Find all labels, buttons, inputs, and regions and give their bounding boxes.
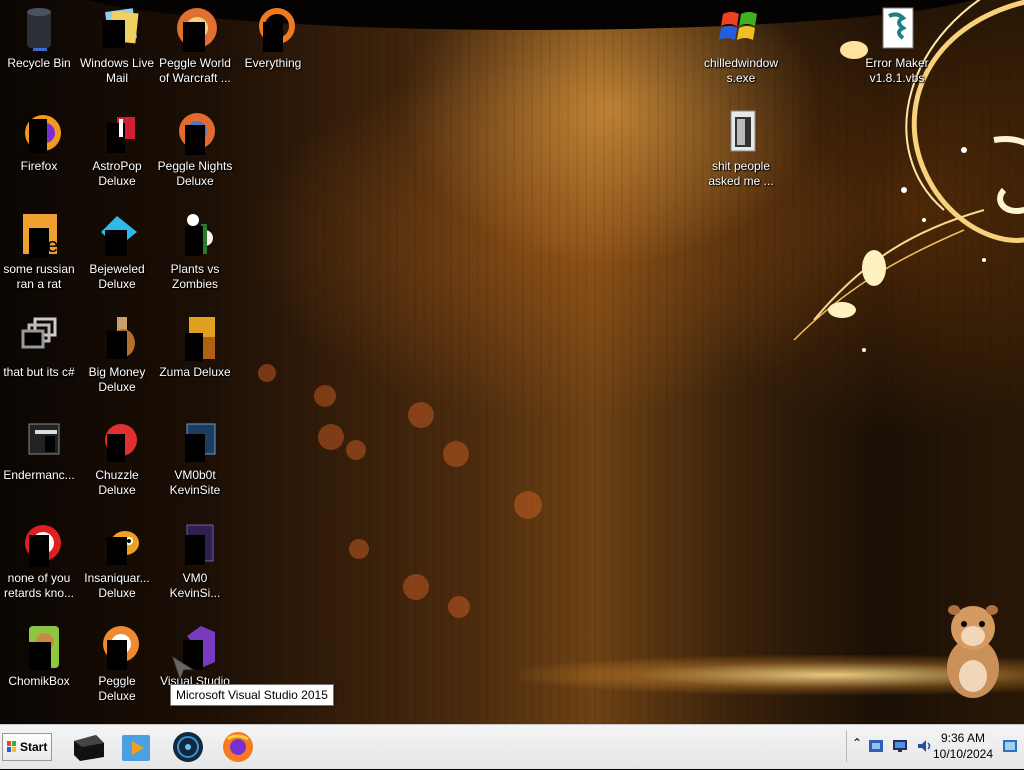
desktop-icon-peggle-deluxe[interactable]: Peggle Deluxe <box>78 622 156 704</box>
terminal-icon <box>15 416 63 464</box>
desktop-icon-chuzzle[interactable]: Chuzzle Deluxe <box>78 416 156 498</box>
globe-app-icon <box>173 732 203 762</box>
taskbar-app-media-player[interactable] <box>118 729 154 765</box>
vm-file-icon <box>171 519 219 567</box>
folder-icon: e <box>15 210 63 258</box>
shortcut-icon <box>15 313 63 361</box>
folder-icon <box>717 107 765 155</box>
bokeh-dot <box>403 574 429 600</box>
notification-icon[interactable] <box>1002 738 1018 754</box>
vm-icon <box>171 416 219 464</box>
desktop-icon-big-money[interactable]: Big Money Deluxe <box>78 313 156 395</box>
svg-text:e: e <box>47 235 58 257</box>
taskbar-app-firefox[interactable] <box>220 729 256 765</box>
bokeh-dot <box>514 491 542 519</box>
hamster-figure <box>947 605 999 698</box>
bokeh-dot <box>346 440 366 460</box>
everything-search-icon <box>249 4 297 52</box>
start-label: Start <box>20 740 48 754</box>
clock[interactable]: 9:36 AM 10/10/2024 <box>928 730 998 762</box>
chomikbox-icon <box>15 622 63 670</box>
desktop-icon-vm0b0t[interactable]: VM0b0t KevinSite <box>156 416 234 498</box>
desktop-icon-none-of-you[interactable]: none of you retards kno... <box>0 519 78 601</box>
clock-date: 10/10/2024 <box>932 747 994 761</box>
display-icon[interactable] <box>892 738 908 754</box>
desktop-icon-everything[interactable]: Everything <box>234 4 312 71</box>
desktop-icon-that-but-csharp[interactable]: that but its c# <box>0 313 78 380</box>
bokeh-dot <box>349 539 369 559</box>
bokeh-dot <box>258 364 276 382</box>
desktop-icon-chilledwindows[interactable]: chilledwindows.exe <box>702 4 780 86</box>
script-file-icon <box>873 4 921 52</box>
desktop-icon-endermanch[interactable]: Endermanc... <box>0 416 78 483</box>
mouse-cursor-icon <box>172 656 196 682</box>
firefox-icon <box>223 732 253 762</box>
desktop-icon-peggle-wow[interactable]: Peggle World of Warcraft ... <box>156 4 234 86</box>
insaniquarium-icon <box>93 519 141 567</box>
peggle-wow-icon <box>171 4 219 52</box>
desktop-icon-shit-people-asked[interactable]: shit people asked me ... <box>702 107 780 189</box>
explorer-app-icon <box>74 735 104 761</box>
desktop-icon-peggle-nights[interactable]: Peggle Nights Deluxe <box>156 107 234 189</box>
peggle-nights-icon <box>171 107 219 155</box>
desktop-icon-recycle-bin[interactable]: Recycle Bin <box>0 4 78 71</box>
tray-divider <box>846 730 847 762</box>
plants-vs-zombies-icon <box>171 210 219 258</box>
astropop-icon <box>93 107 141 155</box>
taskbar-app-explorer[interactable] <box>70 729 106 765</box>
desktop[interactable]: Recycle Bin Firefox e some russian ran a… <box>0 0 1024 724</box>
windows-xp-flag-icon <box>717 4 765 52</box>
desktop-icon-plants-vs-zombies[interactable]: Plants vs Zombies <box>156 210 234 292</box>
peggle-icon <box>93 622 141 670</box>
tooltip: Microsoft Visual Studio 2015 <box>170 684 334 706</box>
media-player-icon <box>122 735 150 761</box>
windows-live-mail-icon <box>93 4 141 52</box>
show-hidden-icons-chevron-icon[interactable]: ⌃ <box>852 736 862 750</box>
desktop-icon-some-russian[interactable]: e some russian ran a rat <box>0 210 78 292</box>
firefox-icon <box>15 107 63 155</box>
desktop-icon-astropop[interactable]: AstroPop Deluxe <box>78 107 156 189</box>
big-money-icon <box>93 313 141 361</box>
start-button[interactable]: Start <box>2 733 52 761</box>
chuzzle-icon <box>93 416 141 464</box>
bejeweled-icon <box>93 210 141 258</box>
network-status-icon[interactable] <box>868 738 884 754</box>
desktop-icon-error-maker[interactable]: Error Maker v1.8.1.vbs <box>858 4 936 86</box>
clock-time: 9:36 AM <box>940 731 986 745</box>
desktop-icon-chomikbox[interactable]: ChomikBox <box>0 622 78 689</box>
desktop-icon-bejeweled[interactable]: Bejeweled Deluxe <box>78 210 156 292</box>
desktop-icon-insaniquarium[interactable]: Insaniquar... Deluxe <box>78 519 156 601</box>
bokeh-dot <box>443 441 469 467</box>
bokeh-dot <box>318 424 344 450</box>
bokeh-dot <box>448 596 470 618</box>
desktop-icon-firefox[interactable]: Firefox <box>0 107 78 174</box>
bokeh-dot <box>408 402 434 428</box>
taskbar-app-globe[interactable] <box>170 729 206 765</box>
app-icon <box>15 519 63 567</box>
zuma-icon <box>171 313 219 361</box>
desktop-icon-windows-live-mail[interactable]: Windows Live Mail <box>78 4 156 86</box>
bokeh-dot <box>314 385 336 407</box>
windows-logo-icon <box>7 741 16 752</box>
desktop-icon-vm0-kevinsite[interactable]: VM0 KevinSi... <box>156 519 234 601</box>
recycle-bin-icon <box>15 4 63 52</box>
desktop-icon-zuma[interactable]: Zuma Deluxe <box>156 313 234 380</box>
